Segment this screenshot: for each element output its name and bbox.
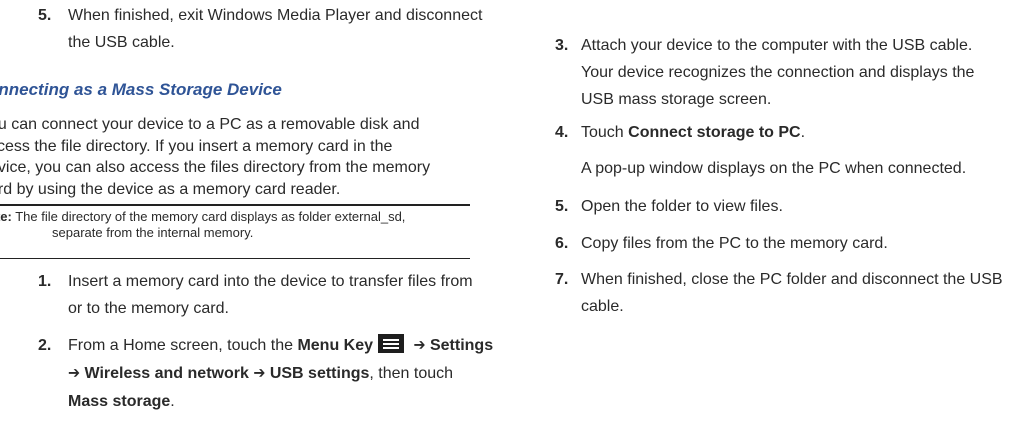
step-number: 7. (555, 271, 569, 288)
usb-settings-label: USB settings (269, 365, 370, 382)
step-text: Touch (581, 124, 629, 141)
paragraph-line: ou can connect your device to a PC as a … (0, 116, 420, 133)
paragraph-line: evice, you can also access the files dir… (0, 159, 431, 176)
step-text-line: Your device recognizes the connection an… (581, 64, 975, 81)
step-text: . (800, 124, 806, 141)
step-text-line: the USB cable. (68, 34, 175, 51)
step-text: Open the folder to view files. (581, 198, 783, 215)
step-text: . (170, 393, 175, 410)
step-text: From a Home screen, touch the (68, 337, 298, 354)
step-text-line: cable. (581, 298, 624, 315)
note-text: The file directory of the memory card di… (15, 209, 406, 224)
section-title: onnecting as a Mass Storage Device (0, 80, 282, 99)
step-text-line: Attach your device to the computer with … (581, 37, 973, 54)
arrow-glyph: ➔ (68, 365, 85, 382)
step-text-line: USB mass storage screen. (581, 91, 772, 108)
step-number: 6. (555, 235, 569, 252)
step-text: , then touch (369, 365, 454, 382)
paragraph-line: ccess the file directory. If you insert … (0, 137, 393, 155)
menu-key-icon (378, 334, 405, 353)
paragraph-line: ard by using the device as a memory card… (0, 180, 341, 198)
step-number: 5. (38, 7, 52, 24)
note-top-divider (0, 204, 470, 206)
wireless-network-label: Wireless and network (84, 365, 249, 382)
step-subtext: A pop-up window displays on the PC when … (581, 160, 967, 177)
step-number: 5. (555, 198, 569, 215)
step-text: Copy files from the PC to the memory car… (581, 235, 888, 252)
step-number: 1. (38, 273, 52, 290)
arrow-glyph: ➔ (248, 365, 270, 382)
settings-label: Settings (429, 337, 494, 354)
step-text-line: Insert a memory card into the device to … (68, 273, 473, 290)
step-text-line: or to the memory card. (68, 300, 229, 317)
mass-storage-label: Mass storage (68, 393, 171, 410)
step-number: 4. (555, 124, 569, 141)
step-text-line: When finished, close the PC folder and d… (581, 271, 1003, 288)
intro-paragraph: ou can connect your device to a PC as a … (0, 114, 469, 200)
note-bottom-divider (0, 258, 470, 259)
step-number: 2. (38, 337, 52, 354)
note-box: ote: The file directory of the memory ca… (0, 209, 468, 241)
connect-storage-label: Connect storage to PC (628, 124, 801, 141)
step-text-line: When finished, exit Windows Media Player… (68, 7, 483, 24)
note-label: ote: (0, 209, 12, 224)
step-number: 3. (555, 37, 569, 54)
note-text: separate from the internal memory. (52, 225, 254, 240)
menu-key-label: Menu Key (297, 337, 374, 354)
arrow-glyph: ➔ (409, 337, 430, 354)
